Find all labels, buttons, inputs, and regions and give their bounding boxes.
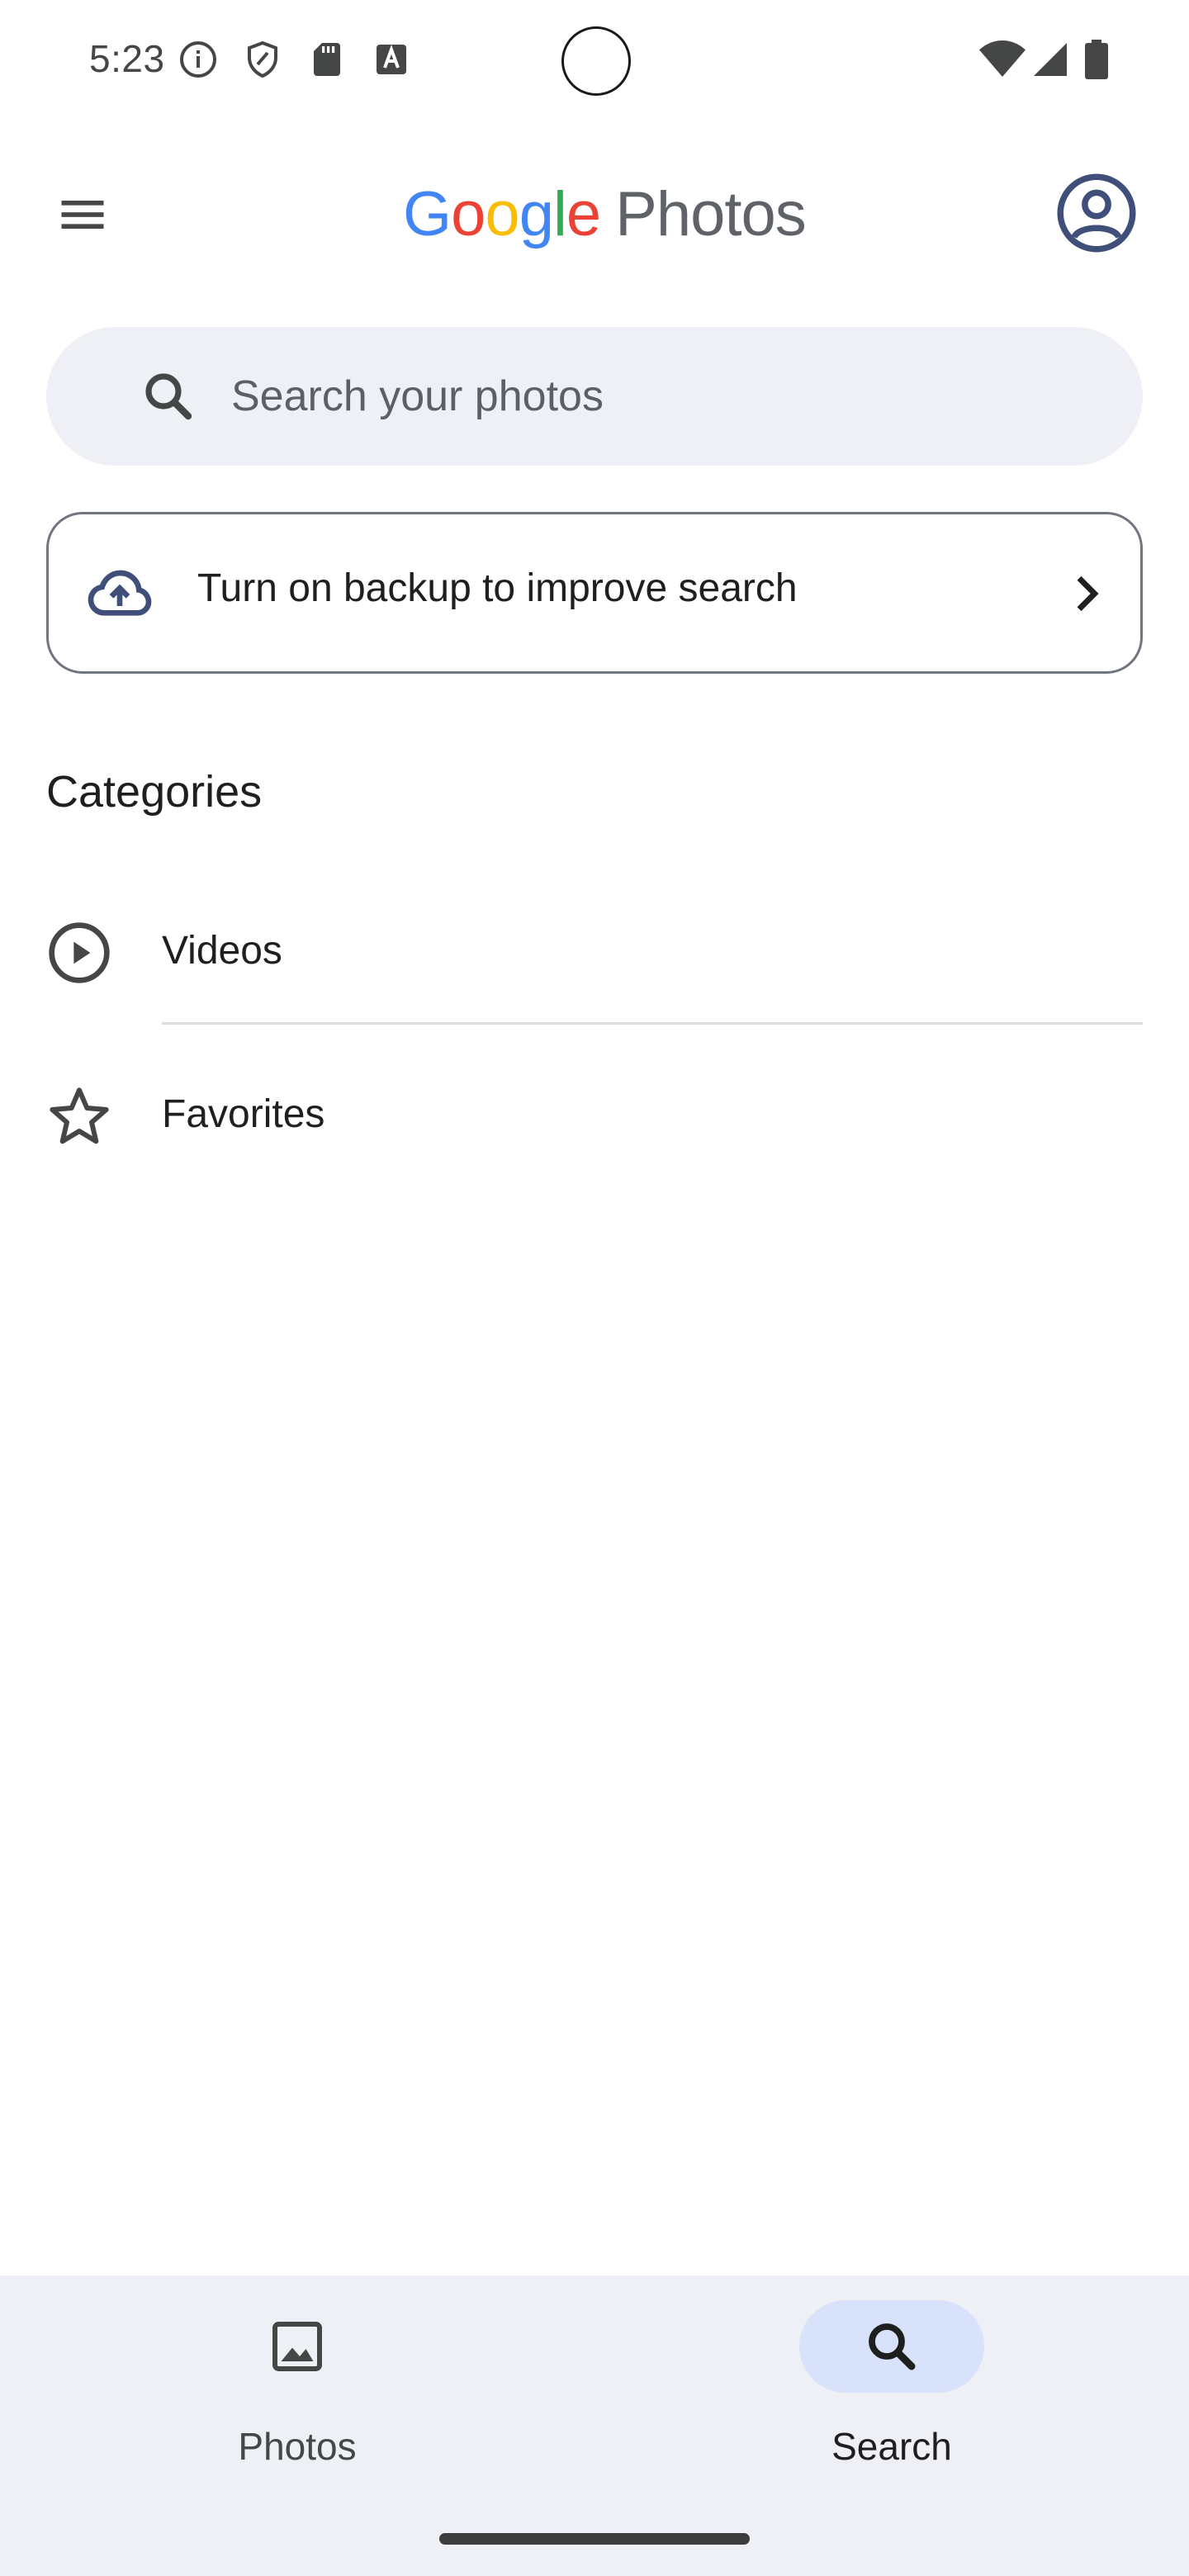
logo-letter-e: e <box>566 179 601 249</box>
vpn-shield-icon <box>248 40 277 78</box>
search-input[interactable] <box>231 360 1090 433</box>
nav-icon-container-search-active <box>799 2300 984 2393</box>
category-divider <box>162 1022 1143 1025</box>
logo-letter-o2: o <box>485 179 519 249</box>
category-item-videos[interactable]: Videos <box>0 874 1189 1022</box>
google-photos-logo: G o o g l e Photos <box>403 178 807 253</box>
backup-prompt-label: Turn on backup to improve search <box>197 566 798 610</box>
logo-letter-g: G <box>403 179 452 249</box>
battery-icon <box>1085 40 1108 79</box>
category-item-favorites[interactable]: Favorites <box>0 1037 1189 1186</box>
search-bar[interactable] <box>46 327 1143 466</box>
categories-heading: Categories <box>46 767 263 817</box>
nav-item-search[interactable]: Search <box>594 2275 1189 2498</box>
search-icon <box>869 2323 916 2370</box>
nav-item-photos[interactable]: Photos <box>0 2275 594 2498</box>
logo-letter-g2: g <box>519 179 554 249</box>
wifi-icon <box>979 40 1026 77</box>
menu-button[interactable] <box>46 178 119 251</box>
backup-prompt-card[interactable]: Turn on backup to improve search <box>46 512 1143 674</box>
accessibility-a-icon <box>377 45 406 74</box>
logo-letter-o1: o <box>451 179 486 249</box>
account-circle-icon <box>1057 173 1136 253</box>
play-circle-icon <box>49 922 110 983</box>
info-icon <box>180 41 216 78</box>
sd-card-icon <box>314 43 340 76</box>
bottom-navigation-bar: Photos Search <box>0 2275 1189 2576</box>
home-gesture-indicator[interactable] <box>439 2533 750 2545</box>
star-outline-icon <box>50 1087 109 1144</box>
cloud-upload-icon <box>88 570 152 616</box>
hamburger-menu-icon <box>61 201 104 229</box>
chevron-right-icon <box>1077 575 1099 612</box>
logo-letter-l: l <box>552 179 567 249</box>
logo-product-name: Photos <box>615 179 807 249</box>
camera-cutout <box>561 26 631 96</box>
search-icon <box>145 373 192 420</box>
nav-icon-container-photos <box>205 2300 390 2393</box>
nav-label-photos: Photos <box>238 2425 357 2468</box>
category-label-videos: Videos <box>162 929 282 973</box>
cell-signal-icon <box>1034 43 1067 76</box>
photo-icon <box>272 2322 322 2371</box>
category-label-favorites: Favorites <box>162 1092 325 1136</box>
account-button[interactable] <box>1054 170 1139 256</box>
status-time: 5:23 <box>89 37 165 80</box>
google-photos-search-screen: 5:23 G o o g l e Photos Search your phot… <box>0 0 1189 2576</box>
status-bar: 5:23 <box>0 0 1189 124</box>
nav-label-search: Search <box>831 2425 952 2468</box>
top-app-bar: G o o g l e Photos <box>0 157 1189 272</box>
